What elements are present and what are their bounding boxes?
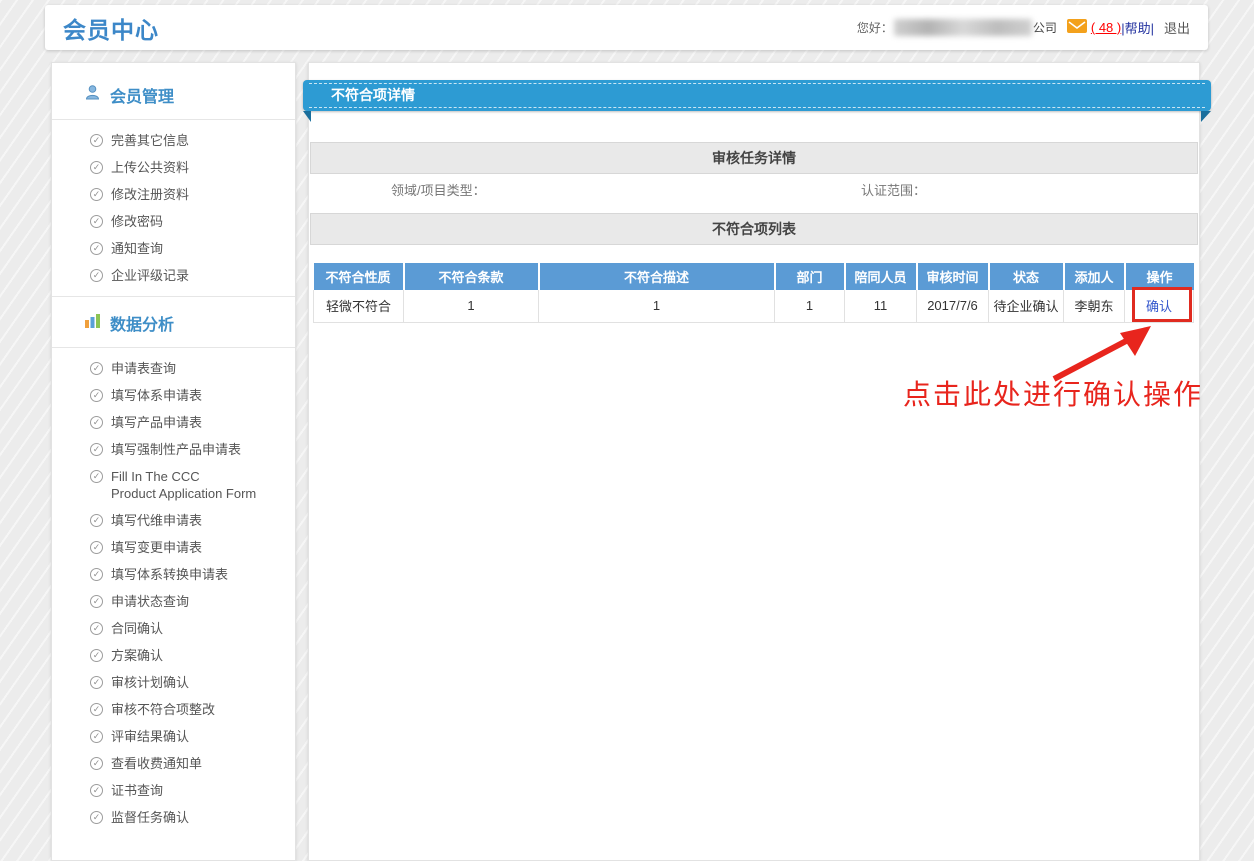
sidebar-item-supervision-task-confirm[interactable]: 监督任务确认 xyxy=(52,804,295,831)
circle-check-icon xyxy=(90,676,103,689)
company-suffix: 公司 xyxy=(1033,19,1057,36)
sidebar-item-change-application[interactable]: 填写变更申请表 xyxy=(52,534,295,561)
cert-scope-label: 认证范围： xyxy=(861,180,926,199)
cell-nature: 轻微不符合 xyxy=(314,290,404,322)
main-content: 不符合项详情 审核任务详情 领域/项目类型： 认证范围： 不符合项列表 不符合性… xyxy=(308,62,1200,861)
circle-check-icon xyxy=(90,416,103,429)
cell-audit-time: 2017/7/6 xyxy=(917,290,989,322)
sidebar-item-audit-plan-confirm[interactable]: 审核计划确认 xyxy=(52,669,295,696)
mail-count-link[interactable]: ( 48 ) xyxy=(1091,20,1121,35)
circle-check-icon xyxy=(90,757,103,770)
circle-check-icon xyxy=(90,514,103,527)
sidebar-item-plan-confirm[interactable]: 方案确认 xyxy=(52,642,295,669)
sidebar-item-contract-confirm[interactable]: 合同确认 xyxy=(52,615,295,642)
circle-check-icon xyxy=(90,362,103,375)
column-header-description: 不符合描述 xyxy=(539,263,775,290)
circle-check-icon xyxy=(90,389,103,402)
company-name-redacted xyxy=(894,19,1032,36)
sidebar-item-ccc-product-application[interactable]: Fill In The CCC Product Application Form xyxy=(52,463,295,507)
annotation-text: 点击此处进行确认操作 xyxy=(903,373,1203,413)
sidebar-item-complete-info[interactable]: 完善其它信息 xyxy=(52,127,295,154)
data-analysis-list: 申请表查询 填写体系申请表 填写产品申请表 填写强制性产品申请表 Fill In… xyxy=(52,348,295,838)
cell-department: 1 xyxy=(775,290,845,322)
sidebar-item-system-conversion-application[interactable]: 填写体系转换申请表 xyxy=(52,561,295,588)
sidebar: 会员管理 完善其它信息 上传公共资料 修改注册资料 修改密码 通知查询 企业评级… xyxy=(51,62,296,861)
column-header-status: 状态 xyxy=(989,263,1064,290)
sidebar-item-upload-public-data[interactable]: 上传公共资料 xyxy=(52,154,295,181)
column-header-companion: 陪同人员 xyxy=(845,263,917,290)
sidebar-item-change-password[interactable]: 修改密码 xyxy=(52,208,295,235)
sidebar-item-review-result-confirm[interactable]: 评审结果确认 xyxy=(52,723,295,750)
sidebar-item-system-application[interactable]: 填写体系申请表 xyxy=(52,382,295,409)
table-row: 轻微不符合 1 1 1 11 2017/7/6 待企业确认 李朝东 确认 xyxy=(314,290,1194,322)
circle-check-icon xyxy=(90,541,103,554)
ribbon-fold-left xyxy=(303,111,311,122)
circle-check-icon xyxy=(90,188,103,201)
section-header-nonconformity-list: 不符合项列表 xyxy=(310,213,1198,245)
bar-chart-icon xyxy=(84,312,101,334)
nonconformity-table: 不符合性质 不符合条款 不符合描述 部门 陪同人员 审核时间 状态 添加人 操作… xyxy=(313,263,1194,323)
sidebar-section-data-analysis: 数据分析 xyxy=(52,296,295,348)
table-header-row: 不符合性质 不符合条款 不符合描述 部门 陪同人员 审核时间 状态 添加人 操作 xyxy=(314,263,1194,290)
cell-companion: 11 xyxy=(845,290,917,322)
greeting-label: 您好： xyxy=(857,19,893,36)
section-header-audit-task: 审核任务详情 xyxy=(310,142,1198,174)
cell-added-by: 李朝东 xyxy=(1064,290,1125,322)
member-center-page: 会员中心 您好： 公司 ( 48 ) |帮助| 退出 xyxy=(0,0,1254,861)
sidebar-item-notification-query[interactable]: 通知查询 xyxy=(52,235,295,262)
ribbon-fold-right xyxy=(1201,111,1211,122)
circle-check-icon xyxy=(90,161,103,174)
circle-check-icon xyxy=(90,443,103,456)
circle-check-icon xyxy=(90,784,103,797)
sidebar-item-rating-record[interactable]: 企业评级记录 xyxy=(52,262,295,289)
sidebar-item-application-status-query[interactable]: 申请状态查询 xyxy=(52,588,295,615)
help-link[interactable]: |帮助| xyxy=(1121,18,1154,37)
user-icon xyxy=(84,84,101,106)
site-logo: 会员中心 xyxy=(63,11,159,45)
sidebar-item-compulsory-product-application[interactable]: 填写强制性产品申请表 xyxy=(52,436,295,463)
cell-clause: 1 xyxy=(404,290,539,322)
column-header-department: 部门 xyxy=(775,263,845,290)
logout-link[interactable]: 退出 xyxy=(1164,18,1190,37)
cell-description: 1 xyxy=(539,290,775,322)
top-header: 会员中心 您好： 公司 ( 48 ) |帮助| 退出 xyxy=(45,5,1208,50)
column-header-nature: 不符合性质 xyxy=(314,263,404,290)
circle-check-icon xyxy=(90,269,103,282)
field-type-label: 领域/项目类型： xyxy=(391,180,486,199)
circle-check-icon xyxy=(90,134,103,147)
highlight-box xyxy=(1132,287,1192,322)
column-header-audit-time: 审核时间 xyxy=(917,263,989,290)
circle-check-icon xyxy=(90,470,103,483)
circle-check-icon xyxy=(90,568,103,581)
circle-check-icon xyxy=(90,811,103,824)
user-area: 您好： 公司 ( 48 ) |帮助| 退出 xyxy=(857,18,1190,37)
sidebar-item-nonconformity-rectification[interactable]: 审核不符合项整改 xyxy=(52,696,295,723)
circle-check-icon xyxy=(90,242,103,255)
section-title: 会员管理 xyxy=(110,83,174,107)
member-management-list: 完善其它信息 上传公共资料 修改注册资料 修改密码 通知查询 企业评级记录 xyxy=(52,120,295,296)
circle-check-icon xyxy=(90,649,103,662)
sidebar-item-product-application[interactable]: 填写产品申请表 xyxy=(52,409,295,436)
circle-check-icon xyxy=(90,622,103,635)
column-header-added-by: 添加人 xyxy=(1064,263,1125,290)
sidebar-item-certificate-query[interactable]: 证书查询 xyxy=(52,777,295,804)
page-title-ribbon: 不符合项详情 xyxy=(303,80,1211,111)
section-title: 数据分析 xyxy=(110,311,174,335)
column-header-clause: 不符合条款 xyxy=(404,263,539,290)
sidebar-section-member-management: 会员管理 xyxy=(52,69,295,120)
sidebar-item-fee-notice[interactable]: 查看收费通知单 xyxy=(52,750,295,777)
circle-check-icon xyxy=(90,595,103,608)
circle-check-icon xyxy=(90,730,103,743)
circle-check-icon xyxy=(90,703,103,716)
sidebar-item-application-query[interactable]: 申请表查询 xyxy=(52,355,295,382)
sidebar-item-maintenance-application[interactable]: 填写代维申请表 xyxy=(52,507,295,534)
sidebar-item-modify-registration[interactable]: 修改注册资料 xyxy=(52,181,295,208)
cell-status: 待企业确认 xyxy=(989,290,1064,322)
column-header-operation: 操作 xyxy=(1125,263,1194,290)
circle-check-icon xyxy=(90,215,103,228)
envelope-icon[interactable] xyxy=(1067,19,1087,36)
